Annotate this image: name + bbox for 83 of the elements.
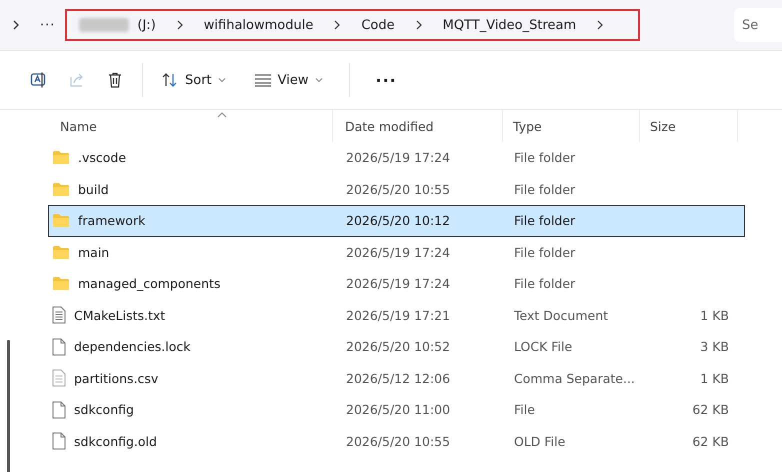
file-icon [52, 400, 66, 419]
file-name: main [78, 244, 110, 260]
file-name: managed_components [78, 276, 220, 292]
file-row[interactable]: build 2026/5/20 10:55 File folder [48, 174, 745, 205]
file-size: 3 KB [700, 339, 729, 354]
file-row[interactable]: CMakeLists.txt 2026/5/19 17:21 Text Document 1 KB [48, 300, 745, 331]
file-type: OLD File [513, 434, 566, 449]
file-row[interactable]: sdkconfig.old 2026/5/20 10:55 OLD File 62 KB [48, 426, 745, 457]
file-name: framework [78, 213, 146, 228]
date-modified: 2026/5/19 17:24 [345, 244, 452, 260]
chevron-right-icon[interactable] [333, 20, 342, 30]
file-row[interactable]: main 2026/5/19 17:24 File folder [48, 236, 745, 268]
chevron-right-icon[interactable] [596, 20, 604, 30]
breadcrumb-item[interactable]: wifihalowmodule [200, 18, 318, 32]
date-modified: 2026/5/19 17:24 [345, 150, 452, 166]
date-modified: 2026/5/20 11:00 [345, 402, 452, 418]
folder-icon [52, 276, 70, 292]
date-modified: 2026/5/20 10:52 [345, 339, 452, 354]
folder-icon [52, 182, 70, 197]
breadcrumb-item[interactable]: Code [357, 18, 399, 32]
file-name: partitions.csv [74, 370, 158, 386]
file-size: 62 KB [692, 434, 729, 449]
date-modified: 2026/5/12 12:06 [345, 370, 452, 386]
sort-arrows-icon [161, 72, 179, 88]
date-modified: 2026/5/19 17:24 [345, 276, 452, 292]
file-type: File folder [513, 182, 576, 197]
file-icon [52, 338, 66, 356]
file-name: CMakeLists.txt [74, 308, 166, 323]
breadcrumb-item[interactable]: MQTT_Video_Stream [438, 18, 580, 32]
file-type: File folder [513, 276, 576, 292]
caret-icon [314, 77, 323, 83]
text-file-icon [52, 306, 66, 324]
sort-button[interactable]: Sort [151, 68, 236, 92]
breadcrumb-item[interactable]: (J:) [133, 18, 160, 32]
file-type: LOCK File [513, 339, 574, 354]
folder-icon [52, 244, 70, 260]
file-row[interactable]: .vscode 2026/5/19 17:24 File folder [48, 142, 745, 174]
spreadsheet-file-icon [52, 369, 66, 388]
blurred-drive-name [79, 18, 130, 32]
overflow-button[interactable]: ··· [40, 18, 56, 32]
file-row[interactable]: managed_components 2026/5/19 17:24 File folder [48, 268, 745, 300]
file-type: Comma Separate... [513, 370, 636, 386]
address-bar[interactable]: (J:) wifihalowmodule Code MQTT_Video_Stream [65, 9, 640, 41]
column-header[interactable]: Date modified [333, 110, 503, 142]
file-type: File folder [513, 150, 576, 166]
date-modified: 2026/5/20 10:12 [345, 213, 452, 228]
date-modified: 2026/5/19 17:21 [345, 308, 452, 323]
file-type: File folder [513, 213, 576, 228]
file-row[interactable]: sdkconfig 2026/5/20 11:00 File 62 KB [48, 394, 745, 426]
chevron-right-icon[interactable] [176, 20, 184, 30]
file-type: File folder [513, 244, 576, 260]
file-name: sdkconfig [74, 402, 134, 418]
column-header[interactable]: Type [503, 110, 640, 142]
search-field[interactable]: Se [734, 8, 782, 42]
list-lines-icon [254, 73, 272, 87]
column-header[interactable]: Name [38, 110, 333, 142]
more-button[interactable]: ··· [366, 66, 407, 94]
file-name: sdkconfig.old [74, 434, 157, 449]
file-type: File [513, 402, 536, 418]
rename-icon[interactable] [30, 71, 48, 89]
caret-icon [218, 77, 226, 83]
column-header[interactable]: Size [640, 110, 738, 142]
chevron-right-icon[interactable] [12, 20, 20, 30]
file-size: 1 KB [700, 370, 729, 386]
view-button[interactable]: View [244, 68, 333, 92]
folder-icon [52, 213, 70, 228]
sort-caret-icon [217, 112, 227, 118]
delete-icon[interactable] [106, 71, 124, 89]
file-row[interactable]: dependencies.lock 2026/5/20 10:52 LOCK File 3 KB [48, 331, 745, 362]
date-modified: 2026/5/20 10:55 [345, 434, 452, 449]
file-name: .vscode [78, 150, 126, 166]
file-icon [52, 432, 66, 450]
file-row[interactable]: framework 2026/5/20 10:12 File folder [48, 205, 745, 236]
file-type: Text Document [513, 308, 610, 323]
file-row[interactable]: partitions.csv 2026/5/12 12:06 Comma Separate... 1 KB [48, 362, 745, 394]
file-name: build [78, 182, 109, 197]
scrollbar[interactable] [7, 340, 10, 472]
file-size: 1 KB [700, 308, 729, 323]
file-size: 62 KB [692, 402, 729, 418]
date-modified: 2026/5/20 10:55 [345, 182, 452, 197]
file-name: dependencies.lock [74, 339, 190, 354]
folder-icon [52, 150, 70, 166]
chevron-right-icon[interactable] [414, 20, 423, 30]
